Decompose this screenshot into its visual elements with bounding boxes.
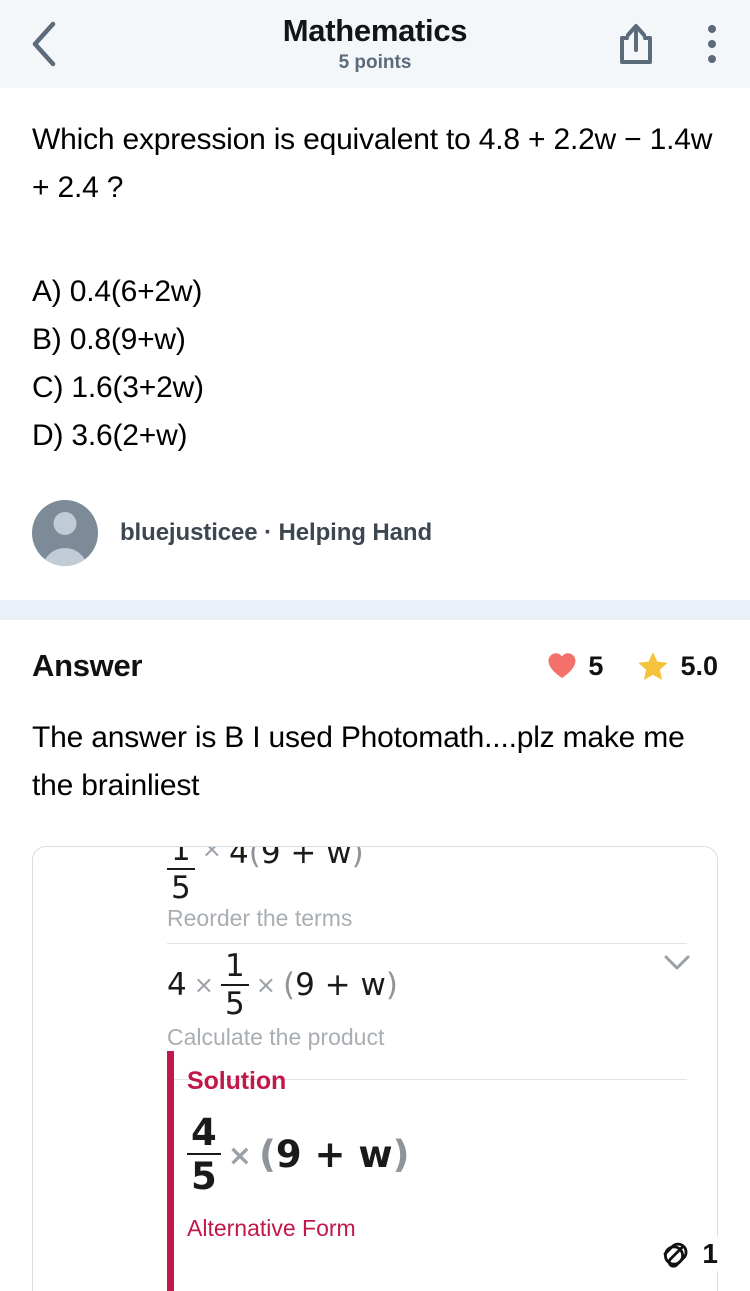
chevron-left-icon: [32, 21, 56, 67]
attachment-card[interactable]: 1 5 × 4 ( 9 + w ) Reorder the terms 4 × …: [32, 846, 718, 1291]
solution-denominator: 5: [187, 1153, 221, 1195]
share-button[interactable]: [598, 0, 674, 88]
rating-stat[interactable]: 5.0: [637, 651, 718, 682]
step-2-caption: Calculate the product: [167, 1024, 385, 1050]
step-1-open-paren: (: [248, 846, 261, 871]
answer-body-text: The answer is B I used Photomath....plz …: [32, 721, 685, 802]
question-author[interactable]: bluejusticee · Helping Hand: [32, 500, 718, 600]
heart-icon: [548, 653, 576, 678]
step-1-caption: Reorder the terms: [167, 905, 353, 931]
header-actions: [598, 0, 750, 88]
step-1-tail: 4: [229, 846, 249, 871]
star-icon: [638, 652, 669, 680]
step-2-open-paren: (: [283, 967, 296, 1003]
step-2-inner: 9 + w: [295, 967, 386, 1003]
page: Mathematics 5 points Which expression is…: [0, 0, 750, 1291]
solution-open-paren: (: [258, 1133, 276, 1176]
points-subtitle: 5 points: [338, 52, 412, 73]
paperclip-icon: [664, 1242, 688, 1268]
option-a[interactable]: A) 0.4(6+2w): [32, 268, 718, 316]
app-header: Mathematics 5 points: [0, 0, 750, 88]
solution-close-paren: ): [392, 1133, 410, 1176]
avatar: [32, 500, 98, 566]
solution-inner: 9 + w: [275, 1133, 393, 1176]
step-1-times: ×: [201, 846, 222, 863]
answer-title: Answer: [32, 648, 143, 683]
solution-times: ×: [227, 1137, 252, 1172]
answer-options-list: A) 0.4(6+2w) B) 0.8(9+w) C) 1.6(3+2w) D)…: [32, 268, 718, 460]
solution-block: Solution 4 5 × ( 9 + w ) Alternative For…: [167, 1051, 717, 1291]
answer-section: Answer 5 5.0 The answer is B I used Phot…: [0, 620, 750, 1291]
solution-expression: 4 5 × ( 9 + w ): [187, 1114, 717, 1195]
page-title: Mathematics: [282, 13, 468, 48]
step-1-close-paren: ): [351, 846, 364, 871]
step-1-inner: 9 + w: [260, 846, 352, 871]
likes-count: 5: [588, 650, 604, 681]
solution-step-2[interactable]: 4 × 1 5 × ( 9 + w ) Calculate the produc…: [33, 932, 717, 1051]
step-1-denominator: 5: [167, 868, 195, 904]
answer-header: Answer 5 5.0: [32, 620, 718, 712]
share-icon: [620, 24, 652, 64]
section-divider: [0, 600, 750, 620]
attachment-badge[interactable]: 1: [644, 1237, 718, 1271]
step-2-times-2: ×: [255, 971, 276, 999]
step-2-times-1: ×: [193, 971, 214, 999]
step-2-close-paren: ): [385, 967, 398, 1003]
chevron-down-icon[interactable]: [663, 954, 691, 971]
step-2-numerator: 1: [225, 947, 245, 984]
attachment-count: 1: [702, 1238, 718, 1269]
author-name[interactable]: bluejusticee · Helping Hand: [120, 519, 432, 547]
option-c[interactable]: C) 1.6(3+2w): [32, 364, 718, 412]
more-vertical-icon: [708, 25, 716, 63]
step-2-expression: 4 × 1 5 × ( 9 + w ): [167, 947, 687, 1020]
alternative-form-label: Alternative Form: [187, 1215, 356, 1241]
question-text: Which expression is equivalent to 4.8 + …: [32, 123, 713, 204]
more-options-button[interactable]: [674, 0, 750, 88]
option-d[interactable]: D) 3.6(2+w): [32, 412, 718, 460]
solution-label: Solution: [187, 1067, 287, 1095]
avatar-body: [42, 548, 88, 566]
avatar-head: [53, 512, 77, 535]
back-button[interactable]: [0, 0, 88, 88]
solution-accent-bar: [167, 1051, 174, 1291]
step-2-lead: 4: [167, 967, 187, 1003]
step-1-expression: 1 5 × 4 ( 9 + w ): [167, 846, 687, 904]
step-1-numerator: 1: [171, 846, 191, 868]
step-2-denominator: 5: [221, 983, 249, 1020]
answer-stats: 5 5.0: [547, 651, 718, 682]
question-section: Which expression is equivalent to 4.8 + …: [0, 88, 750, 600]
solution-numerator: 4: [191, 1111, 217, 1154]
solution-step-1[interactable]: 1 5 × 4 ( 9 + w ) Reorder the terms: [33, 846, 717, 932]
option-b[interactable]: B) 0.8(9+w): [32, 316, 718, 364]
likes-stat[interactable]: 5: [547, 651, 603, 682]
rating-value: 5.0: [680, 650, 718, 681]
